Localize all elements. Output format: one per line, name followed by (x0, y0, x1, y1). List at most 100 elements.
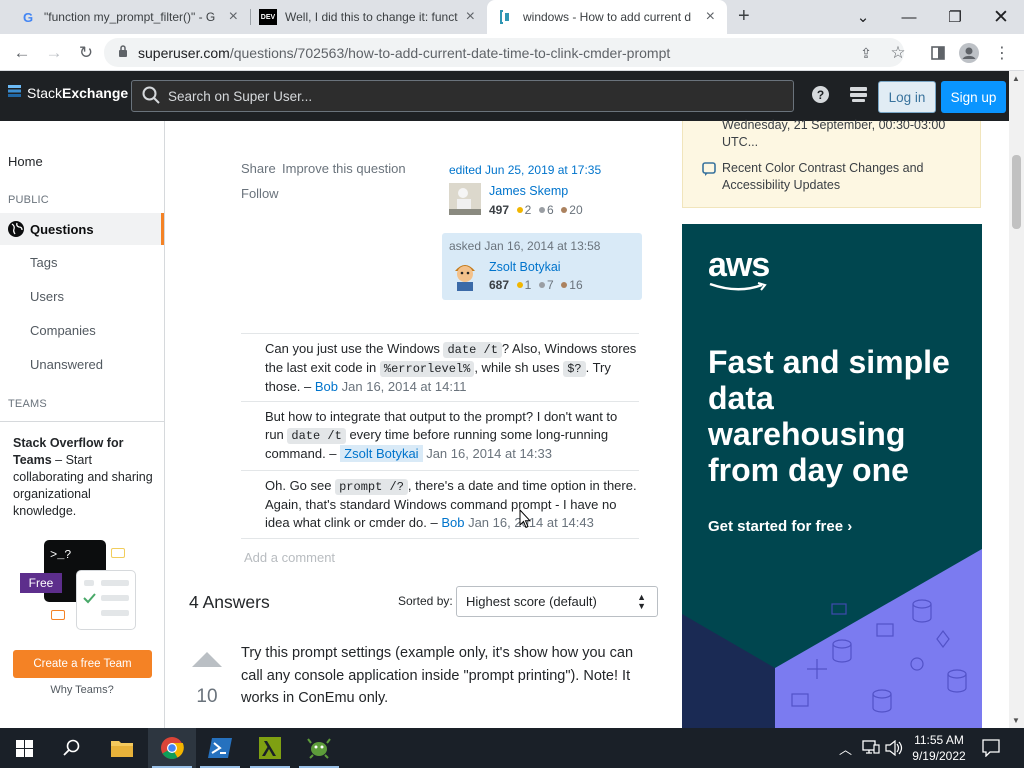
why-teams-link[interactable]: Why Teams? (0, 684, 164, 696)
close-window-icon[interactable]: ✕ (978, 0, 1024, 34)
signup-button[interactable]: Sign up (941, 81, 1006, 113)
inline-code: date /t (287, 428, 346, 444)
upvote-icon[interactable] (190, 650, 224, 671)
tray-chevron-icon[interactable]: ︿ (839, 739, 852, 758)
ad-headline: Fast and simple data warehousing from da… (708, 344, 950, 488)
comment-date[interactable]: Jan 16, 2014 at 14:11 (342, 379, 467, 394)
edited-timestamp[interactable]: edited Jun 25, 2019 at 17:35 (449, 163, 644, 177)
answer-vote-count: 10 (196, 686, 218, 707)
asker-username[interactable]: Zsolt Botykai (489, 260, 561, 274)
address-bar[interactable]: superuser.com/questions/702563/how-to-ad… (104, 38, 904, 67)
nav-companies[interactable]: Companies (30, 323, 96, 338)
site-switcher-icon[interactable] (850, 86, 867, 107)
create-free-team-button[interactable]: Create a free Team (13, 650, 152, 678)
close-tab-icon[interactable]: × (229, 9, 238, 25)
select-arrows-icon: ▲ ▼ (637, 592, 646, 611)
chat-bubble-icon (111, 548, 125, 558)
side-panel-icon[interactable] (924, 40, 952, 66)
avatar[interactable] (449, 259, 481, 291)
clock[interactable]: 11:55 AM 9/19/2022 (906, 732, 972, 764)
nav-unanswered[interactable]: Unanswered (30, 357, 103, 372)
clock-date: 9/19/2022 (912, 749, 966, 763)
forward-icon[interactable]: → (40, 40, 68, 66)
nav-questions[interactable]: Questions (0, 213, 164, 245)
reputation-score: 497 (489, 203, 510, 217)
chrome-menu-icon[interactable]: ⋮ (988, 40, 1016, 66)
file-explorer-icon[interactable] (98, 728, 146, 768)
tab-google-search[interactable]: G "function my_prompt_filter()" - G × (0, 0, 250, 34)
svg-text:?: ? (817, 88, 824, 102)
network-icon[interactable] (862, 739, 880, 758)
tab-superuser[interactable]: windows - How to add current d × (487, 0, 727, 34)
minimize-icon[interactable]: — (886, 0, 932, 34)
windows-start-icon[interactable] (0, 728, 48, 768)
comment-date[interactable]: Jan 16, 2014 at 14:33 (426, 446, 552, 461)
bronze-badge-icon (561, 207, 568, 214)
search-input[interactable] (168, 88, 768, 104)
scroll-up-arrow-icon[interactable]: ▲ (1012, 74, 1020, 83)
nav-users[interactable]: Users (30, 289, 64, 304)
new-tab-button[interactable]: + (738, 5, 750, 28)
site-search-box[interactable] (131, 80, 794, 112)
tab-dev-to[interactable]: DEV Well, I did this to change it: funct… (251, 0, 487, 34)
comment-user-link[interactable]: Bob (315, 379, 338, 394)
nav-tags[interactable]: Tags (30, 255, 57, 270)
search-icon[interactable] (48, 728, 96, 768)
bronze-badge-count: 16 (569, 278, 583, 292)
aws-advertisement[interactable]: aws Fast and simple data warehousing fro… (682, 224, 982, 728)
help-icon[interactable]: ? (812, 86, 829, 107)
follow-link[interactable]: Follow (241, 186, 279, 201)
close-tab-icon[interactable]: × (706, 9, 715, 25)
close-tab-icon[interactable]: × (466, 9, 475, 25)
meta-event-date[interactable]: Wednesday, 21 September, 00:30-03:00 UTC… (722, 117, 962, 151)
login-button[interactable]: Log in (878, 81, 936, 113)
git-bash-icon[interactable] (295, 728, 343, 768)
mouse-cursor-icon (519, 508, 532, 532)
comment: Can you just use the Windows date /t? Al… (241, 333, 639, 401)
powershell-icon[interactable] (196, 728, 244, 768)
chrome-icon[interactable] (148, 728, 196, 768)
chat-bubble-icon (51, 610, 65, 620)
page-scrollbar[interactable]: ▲ ▼ (1009, 71, 1024, 728)
comment-user-link[interactable]: Zsolt Botykai (340, 445, 423, 462)
cmder-lambda-icon[interactable] (246, 728, 294, 768)
back-icon[interactable]: ← (8, 40, 36, 66)
improve-question-link[interactable]: Improve this question (282, 161, 406, 176)
reload-icon[interactable]: ↻ (72, 40, 100, 66)
share-icon[interactable]: ⇪ (852, 40, 880, 66)
url-text[interactable]: superuser.com/questions/702563/how-to-ad… (138, 45, 670, 61)
restore-icon[interactable]: ❐ (932, 0, 978, 34)
meta-post-link[interactable]: Recent Color Contrast Changes and Access… (722, 160, 962, 194)
bookmark-star-icon[interactable]: ☆ (884, 40, 912, 66)
sort-select[interactable]: Highest score (default) ▲ ▼ (456, 586, 658, 617)
nav-home[interactable]: Home (8, 154, 43, 169)
inline-code: %errorlevel% (379, 361, 475, 377)
logo-text-stack: Stack (27, 85, 63, 101)
comment-user-link[interactable]: Bob (441, 515, 464, 530)
logo-text-exchange: Exchange (62, 85, 129, 101)
avatar[interactable] (449, 183, 481, 215)
silver-badge-count: 7 (546, 278, 554, 292)
profile-avatar-icon[interactable] (955, 40, 983, 66)
gold-badge-count: 2 (524, 203, 532, 217)
tab-search-chevron-icon[interactable]: ⌄ (840, 0, 886, 34)
nav-questions-label: Questions (30, 221, 94, 237)
add-comment-link[interactable]: Add a comment (244, 550, 335, 565)
superuser-favicon-icon (499, 9, 515, 25)
stackexchange-logo-icon (8, 85, 21, 101)
url-host: superuser.com (138, 44, 230, 61)
notification-center-icon[interactable] (982, 739, 1000, 760)
ad-cta-link[interactable]: Get started for free › (708, 518, 852, 535)
scrollbar-thumb[interactable] (1012, 155, 1021, 229)
editor-username[interactable]: James Skemp (489, 184, 568, 198)
stackexchange-logo[interactable]: Stack Exchange (8, 85, 128, 101)
reputation-score: 687 (489, 278, 510, 292)
comment-text: Oh. Go see (265, 478, 336, 493)
lock-icon[interactable] (118, 45, 128, 60)
globe-icon (8, 221, 24, 237)
teams-promo-text: Stack Overflow for Teams – Start collabo… (13, 435, 153, 520)
share-link[interactable]: Share (241, 161, 276, 176)
volume-icon[interactable] (885, 739, 903, 759)
scroll-down-arrow-icon[interactable]: ▼ (1012, 716, 1020, 725)
sort-select-value: Highest score (default) (466, 594, 597, 609)
